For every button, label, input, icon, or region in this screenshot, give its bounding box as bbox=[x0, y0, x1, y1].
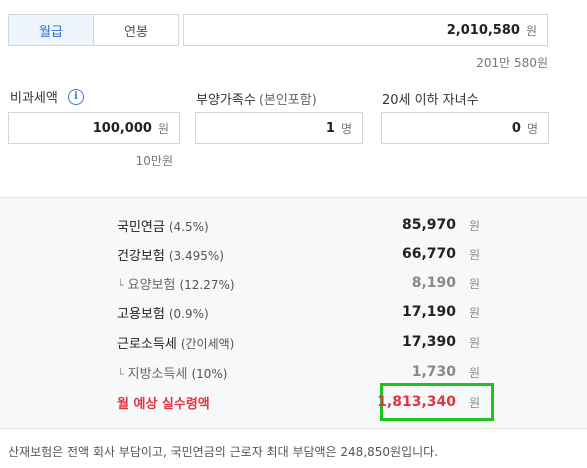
dependents-label: 부양가족수 (본인포함) bbox=[196, 89, 317, 108]
corner-icon: └ bbox=[117, 367, 124, 381]
deduction-row-employment: 고용보험 (0.9%) 17,190 원 bbox=[117, 302, 482, 322]
children-label: 20세 이하 자녀수 bbox=[382, 89, 479, 108]
nontax-label: 비과세액 i bbox=[10, 87, 84, 106]
deduction-unit: 원 bbox=[468, 335, 480, 350]
deduction-row-care: └ 요양보험 (12.27%) 8,190 원 bbox=[117, 273, 482, 293]
dependents-label-sub: (본인포함) bbox=[258, 93, 317, 108]
deduction-label: 국민연금 (4.5%) bbox=[117, 216, 209, 235]
net-pay-row: 월 예상 실수령액 1,813,340 원 bbox=[117, 392, 482, 412]
corner-icon: └ bbox=[117, 278, 124, 292]
net-pay-label: 월 예상 실수령액 bbox=[117, 396, 210, 412]
salary-input[interactable]: 2,010,580 원 bbox=[183, 14, 548, 46]
deduction-rate: (간이세액) bbox=[180, 336, 235, 351]
deduction-rate: (10%) bbox=[191, 366, 228, 381]
footnote: 산재보험은 전액 회사 부담이고, 국민연금의 근로자 최대 부담액은 248,… bbox=[8, 445, 439, 459]
nontax-label-text: 비과세액 bbox=[10, 91, 58, 106]
deduction-value: 66,770 bbox=[401, 246, 456, 262]
deduction-unit: 원 bbox=[468, 276, 480, 291]
deduction-rate: (3.495%) bbox=[168, 248, 224, 263]
dependents-label-text: 부양가족수 bbox=[196, 93, 256, 108]
deduction-rate: (4.5%) bbox=[168, 219, 209, 234]
deduction-label: 건강보험 (3.495%) bbox=[117, 245, 224, 264]
deduction-label: └ 요양보험 (12.27%) bbox=[117, 274, 235, 293]
annual-tab[interactable]: 연봉 bbox=[94, 15, 178, 45]
monthly-tab[interactable]: 월급 bbox=[9, 15, 94, 45]
info-icon[interactable]: i bbox=[67, 88, 84, 105]
deduction-label: 근로소득세 (간이세액) bbox=[117, 333, 234, 352]
deduction-name: 근로소득세 bbox=[117, 336, 177, 352]
net-pay-unit: 원 bbox=[468, 395, 480, 410]
deduction-name: 요양보험 bbox=[127, 277, 176, 293]
nontax-unit: 원 bbox=[157, 121, 169, 136]
nontax-input[interactable]: 100,000 원 bbox=[8, 112, 180, 144]
deduction-value: 1,730 bbox=[411, 364, 456, 380]
deduction-unit: 원 bbox=[468, 365, 480, 380]
deduction-row-health: 건강보험 (3.495%) 66,770 원 bbox=[117, 244, 482, 264]
deduction-value: 85,970 bbox=[401, 217, 456, 233]
dependents-value: 1 bbox=[325, 120, 335, 136]
deduction-rate: (0.9%) bbox=[168, 306, 209, 321]
deduction-value: 8,190 bbox=[411, 275, 456, 291]
deduction-row-local-tax: └ 지방소득세 (10%) 1,730 원 bbox=[117, 362, 482, 382]
deduction-unit: 원 bbox=[468, 218, 480, 233]
deduction-value: 17,190 bbox=[401, 304, 456, 320]
deduction-label: └ 지방소득세 (10%) bbox=[117, 363, 227, 382]
salary-value: 2,010,580 bbox=[446, 22, 520, 38]
children-input[interactable]: 0 명 bbox=[381, 112, 549, 144]
deduction-name: 고용보험 bbox=[117, 306, 165, 322]
deduction-row-pension: 국민연금 (4.5%) 85,970 원 bbox=[117, 215, 482, 235]
children-label-text: 20세 이하 자녀수 bbox=[382, 93, 479, 108]
salary-unit: 원 bbox=[525, 23, 537, 38]
net-pay-value: 1,813,340 bbox=[377, 394, 456, 410]
salary-hint: 201만 580원 bbox=[476, 56, 548, 70]
deduction-name: 건강보험 bbox=[117, 248, 165, 264]
dependents-unit: 명 bbox=[340, 121, 352, 136]
children-value: 0 bbox=[511, 120, 521, 136]
nontax-value: 100,000 bbox=[92, 120, 152, 136]
deduction-label: 고용보험 (0.9%) bbox=[117, 303, 209, 322]
deduction-unit: 원 bbox=[468, 305, 480, 320]
deduction-row-income-tax: 근로소득세 (간이세액) 17,390 원 bbox=[117, 332, 482, 352]
deduction-rate: (12.27%) bbox=[179, 277, 235, 292]
deduction-name: 국민연금 bbox=[117, 219, 165, 235]
nontax-hint: 10만원 bbox=[135, 154, 173, 168]
salary-type-toggle[interactable]: 월급 연봉 bbox=[8, 14, 179, 46]
children-unit: 명 bbox=[526, 121, 538, 136]
dependents-input[interactable]: 1 명 bbox=[195, 112, 363, 144]
deduction-unit: 원 bbox=[468, 247, 480, 262]
deduction-value: 17,390 bbox=[401, 334, 456, 350]
deduction-name: 지방소득세 bbox=[127, 366, 188, 382]
